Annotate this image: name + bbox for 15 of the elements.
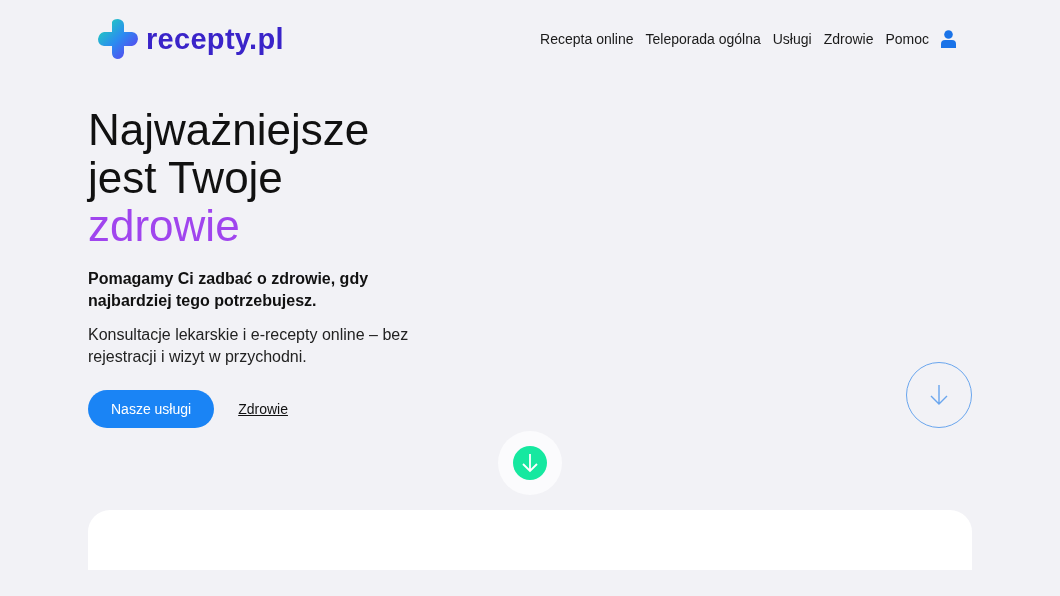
nav-link[interactable]: Usługi bbox=[772, 31, 812, 47]
hero-lead: Pomagamy Ci zadbać o zdrowie, gdy najbardziej tego potrzebujesz. bbox=[88, 269, 370, 311]
services-button[interactable]: Nasze usługi bbox=[88, 390, 215, 428]
hero-heading: Najważniejsze jest Twoje zdrowie bbox=[88, 106, 371, 250]
arrow-down-icon bbox=[521, 453, 539, 473]
arrow-down-icon bbox=[929, 384, 949, 406]
nav-link[interactable]: Zdrowie bbox=[823, 31, 874, 47]
nav-link[interactable]: Teleporada ogólna bbox=[645, 31, 761, 47]
nav-link[interactable]: Recepta online bbox=[540, 31, 634, 47]
nav-link[interactable]: Pomoc bbox=[885, 31, 929, 47]
logo[interactable]: recepty.pl bbox=[98, 19, 284, 59]
hero-text: Konsultacje lekarskie i e-recepty online – bez rejestracji i wizyt w przychodni. bbox=[88, 325, 410, 367]
health-link[interactable]: Zdrowie bbox=[238, 401, 288, 417]
user-icon[interactable] bbox=[941, 30, 956, 48]
plus-logo-icon bbox=[98, 19, 138, 59]
